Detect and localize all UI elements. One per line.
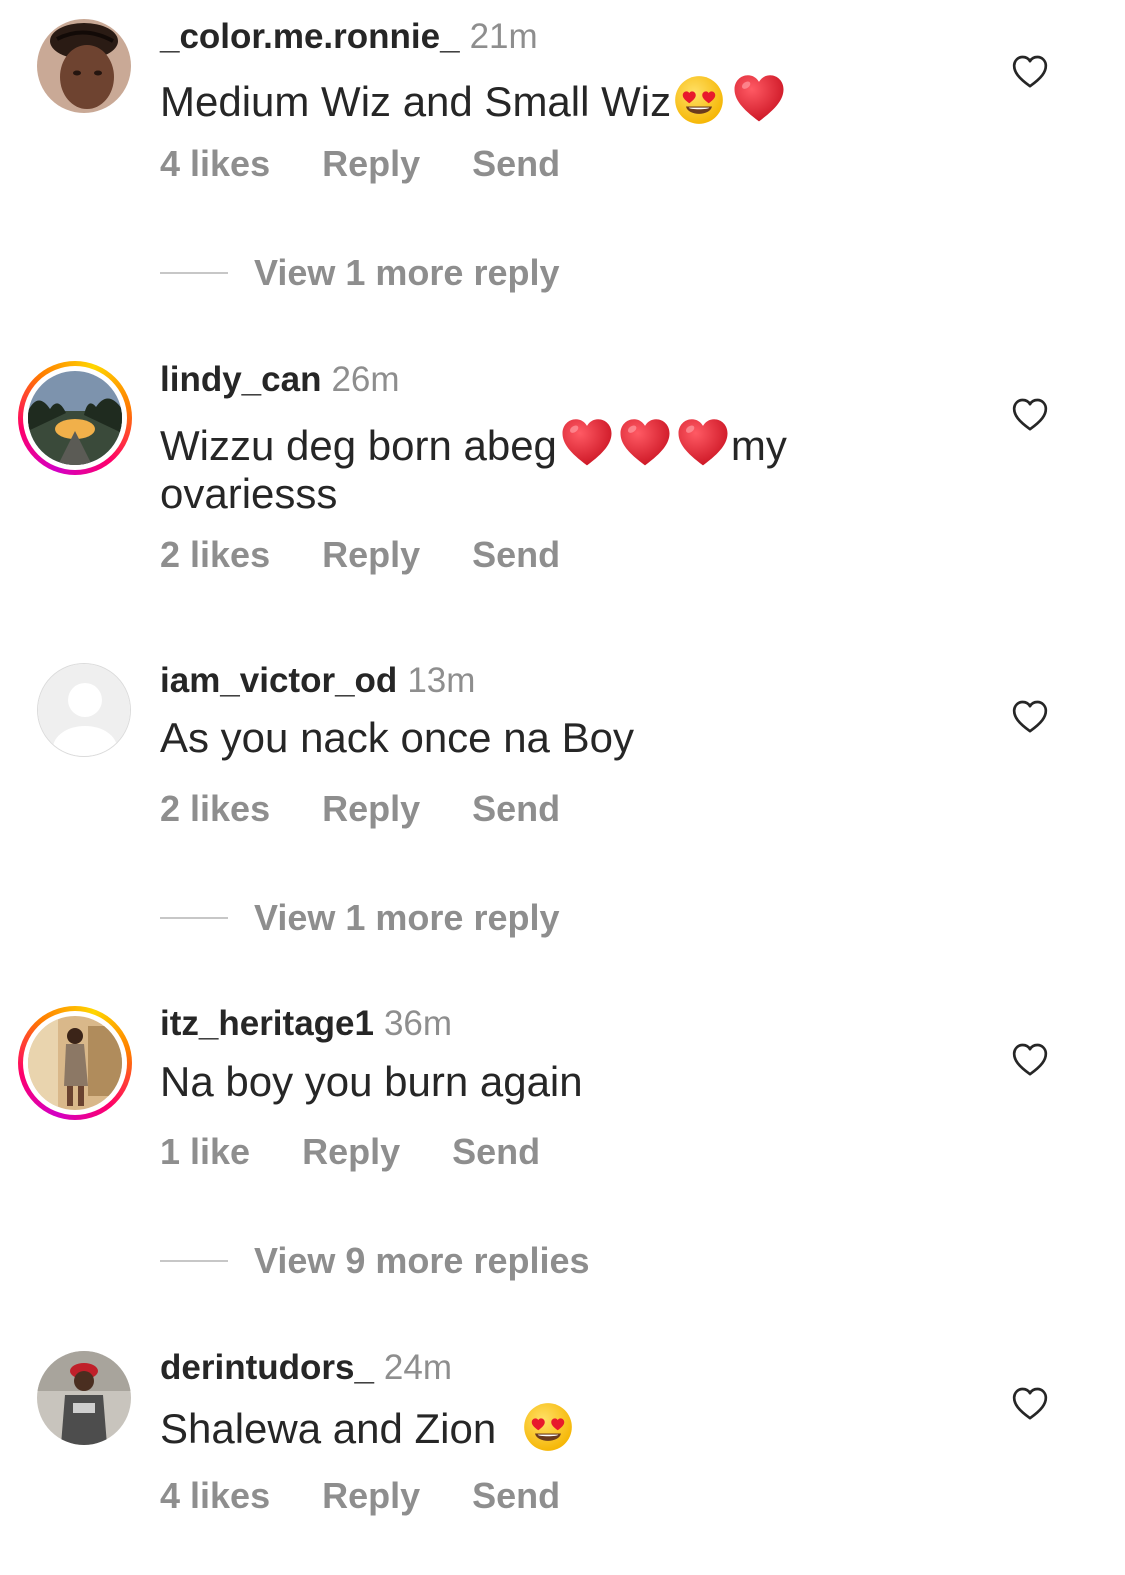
comment-header: derintudors_ 24m	[160, 1348, 452, 1388]
likes-count[interactable]: 2 likes	[160, 534, 270, 576]
send-button[interactable]: Send	[472, 534, 560, 576]
comment-header: itz_heritage1 36m	[160, 1004, 452, 1044]
comment-text: Medium Wiz and Small Wiz	[160, 70, 980, 126]
comment-text: Wizzu deg born abeg my ovariesss	[160, 414, 980, 518]
heart-outline-icon[interactable]	[1010, 52, 1050, 92]
view-replies-button[interactable]: View 9 more replies	[160, 1240, 590, 1282]
view-replies-label: View 1 more reply	[254, 252, 560, 293]
timestamp: 26m	[331, 360, 400, 399]
comment-header: _color.me.ronnie_ 21m	[160, 17, 538, 57]
comment-header: iam_victor_od 13m	[160, 661, 475, 701]
comment-actions: 2 likes Reply Send	[160, 534, 560, 576]
view-replies-button[interactable]: View 1 more reply	[160, 252, 560, 294]
reply-button[interactable]: Reply	[322, 534, 420, 576]
timestamp: 13m	[407, 661, 476, 700]
avatar	[28, 371, 122, 465]
story-ring[interactable]	[18, 361, 132, 475]
comment-actions: 2 likes Reply Send	[160, 788, 560, 830]
comment-header: lindy_can 26m	[160, 360, 400, 400]
send-button[interactable]: Send	[452, 1131, 540, 1173]
likes-count[interactable]: 1 like	[160, 1131, 250, 1173]
username[interactable]: itz_heritage1	[160, 1004, 374, 1043]
view-replies-label: View 1 more reply	[254, 897, 560, 938]
timestamp: 36m	[383, 1004, 453, 1043]
heart-eyes-emoji	[522, 1401, 574, 1453]
heart-outline-icon[interactable]	[1010, 1040, 1050, 1080]
username[interactable]: lindy_can	[160, 360, 321, 399]
divider-line	[160, 1260, 228, 1262]
heart-outline-icon[interactable]	[1010, 395, 1050, 435]
reply-button[interactable]: Reply	[322, 788, 420, 830]
send-button[interactable]: Send	[472, 143, 560, 185]
red-heart-emoji	[675, 414, 731, 470]
red-heart-emoji	[731, 70, 787, 126]
heart-eyes-emoji	[673, 74, 725, 126]
view-replies-label: View 9 more replies	[254, 1240, 590, 1281]
avatar[interactable]	[37, 19, 131, 113]
comment-text: As you nack once na Boy	[160, 714, 634, 761]
comment-actions: 1 like Reply Send	[160, 1131, 540, 1173]
heart-outline-icon[interactable]	[1010, 697, 1050, 737]
view-replies-button[interactable]: View 1 more reply	[160, 897, 560, 939]
heart-outline-icon[interactable]	[1010, 1384, 1050, 1424]
reply-button[interactable]: Reply	[302, 1131, 400, 1173]
likes-count[interactable]: 2 likes	[160, 788, 270, 830]
divider-line	[160, 917, 228, 919]
avatar[interactable]	[37, 1351, 131, 1445]
story-ring[interactable]	[18, 1006, 132, 1120]
comment-text: Shalewa and Zion	[160, 1401, 980, 1453]
red-heart-emoji	[559, 414, 615, 470]
likes-count[interactable]: 4 likes	[160, 143, 270, 185]
timestamp: 21m	[469, 17, 538, 56]
comment-text: Na boy you burn again	[160, 1058, 583, 1105]
comment-actions: 4 likes Reply Send	[160, 1475, 560, 1517]
username[interactable]: derintudors_	[160, 1348, 374, 1387]
reply-button[interactable]: Reply	[322, 143, 420, 185]
likes-count[interactable]: 4 likes	[160, 1475, 270, 1517]
timestamp: 24m	[383, 1348, 453, 1387]
divider-line	[160, 272, 228, 274]
reply-button[interactable]: Reply	[322, 1475, 420, 1517]
avatar	[28, 1016, 122, 1110]
default-avatar-icon[interactable]	[37, 663, 131, 757]
send-button[interactable]: Send	[472, 1475, 560, 1517]
username[interactable]: iam_victor_od	[160, 661, 397, 700]
red-heart-emoji	[617, 414, 673, 470]
username[interactable]: _color.me.ronnie_	[160, 17, 460, 56]
comment-actions: 4 likes Reply Send	[160, 143, 560, 185]
send-button[interactable]: Send	[472, 788, 560, 830]
